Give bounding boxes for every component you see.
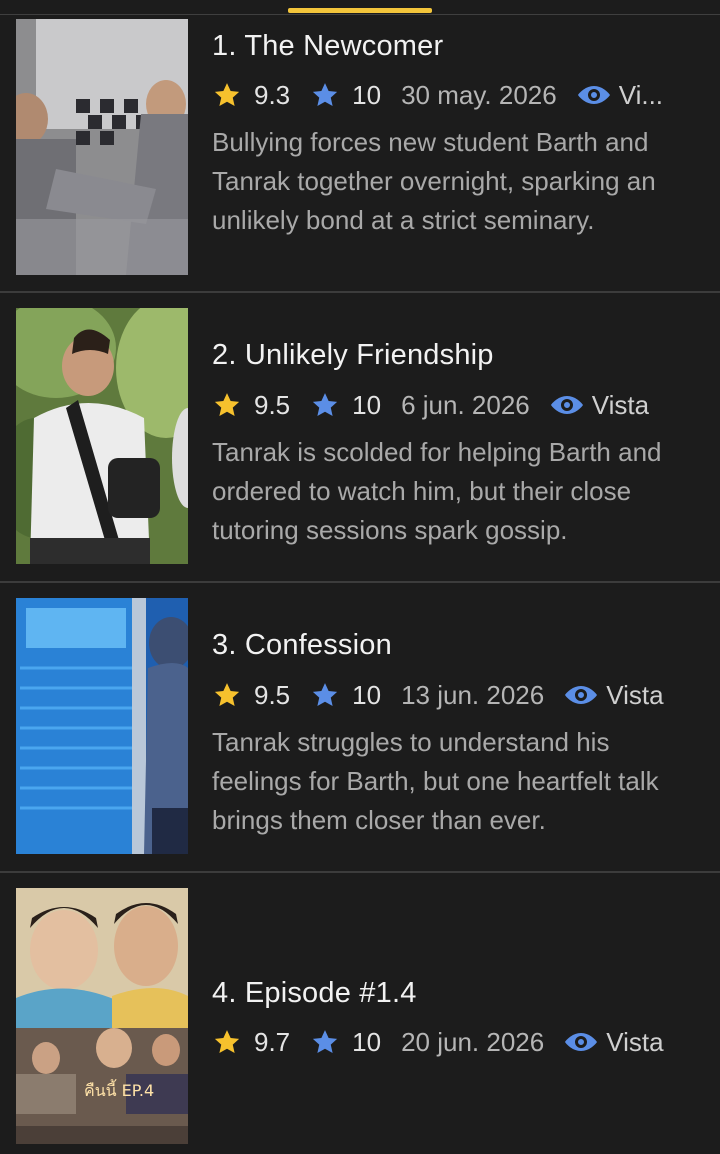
active-tab-indicator	[288, 8, 432, 13]
air-date: 6 jun. 2026	[401, 389, 530, 420]
watched-label[interactable]: Vista	[606, 680, 663, 711]
watched-label[interactable]: Vi...	[619, 80, 663, 111]
eye-icon[interactable]	[564, 1031, 598, 1053]
watched-label[interactable]: Vista	[592, 390, 649, 421]
star-icon	[214, 683, 240, 706]
user-rating-value: 10	[352, 389, 382, 420]
episode-meta-row: 9.7 10 20 jun. 2026 Vista	[212, 1025, 682, 1059]
user-rating-value: 10	[352, 679, 382, 710]
air-date: 30 may. 2026	[401, 79, 557, 110]
episode-meta-row: 9.5 10 6 jun. 2026 Vista	[212, 388, 682, 422]
episode-title[interactable]: 1. The Newcomer	[212, 30, 443, 63]
episode-meta-row: 9.5 10 13 jun. 2026 Vista	[212, 678, 682, 712]
star-icon	[214, 393, 240, 416]
episode-item[interactable]: 2. Unlikely Friendship 9.5 10 6 jun. 202…	[0, 293, 720, 583]
episode-thumbnail[interactable]	[16, 308, 188, 564]
eye-icon[interactable]	[550, 394, 584, 416]
rating-value: 9.5	[254, 389, 291, 420]
episode-description: Tanrak struggles to understand his feeli…	[212, 727, 659, 835]
rate-star-icon[interactable]	[310, 390, 340, 420]
episode-title[interactable]: 3. Confession	[212, 629, 392, 662]
poster-title-text: คืนนี้ EP.4	[84, 1079, 154, 1100]
episode-item[interactable]: คืนนี้ EP.4 4. Episode #1.4 9.7 10 20 ju…	[0, 873, 720, 1154]
star-icon	[214, 1030, 240, 1053]
episode-thumbnail[interactable]	[16, 19, 188, 275]
episode-description: Tanrak is scolded for helping Barth and …	[212, 437, 662, 545]
rating-value: 9.3	[254, 79, 291, 110]
top-tab-bar	[0, 0, 720, 15]
air-date: 13 jun. 2026	[401, 679, 545, 710]
watched-label[interactable]: Vista	[606, 1027, 663, 1058]
air-date: 20 jun. 2026	[401, 1026, 545, 1057]
rate-star-icon[interactable]	[310, 80, 340, 110]
star-icon	[214, 83, 240, 106]
rating-value: 9.5	[254, 679, 291, 710]
episode-item[interactable]: 3. Confession 9.5 10 13 jun. 2026 Vista …	[0, 583, 720, 873]
episode-title[interactable]: 4. Episode #1.4	[212, 977, 417, 1010]
user-rating-value: 10	[352, 79, 382, 110]
episode-title[interactable]: 2. Unlikely Friendship	[212, 339, 494, 372]
episode-item[interactable]: 1. The Newcomer 9.3 10 30 may. 2026 Vi..…	[0, 14, 720, 293]
eye-icon[interactable]	[577, 84, 611, 106]
rate-star-icon[interactable]	[310, 1027, 340, 1057]
episode-thumbnail[interactable]	[16, 598, 188, 854]
episode-thumbnail[interactable]: คืนนี้ EP.4	[16, 888, 188, 1144]
user-rating-value: 10	[352, 1026, 382, 1057]
rating-value: 9.7	[254, 1026, 291, 1057]
rate-star-icon[interactable]	[310, 680, 340, 710]
episode-meta-row: 9.3 10 30 may. 2026 Vi...	[212, 78, 682, 112]
episode-description: Bullying forces new student Barth and Ta…	[212, 127, 656, 235]
eye-icon[interactable]	[564, 684, 598, 706]
